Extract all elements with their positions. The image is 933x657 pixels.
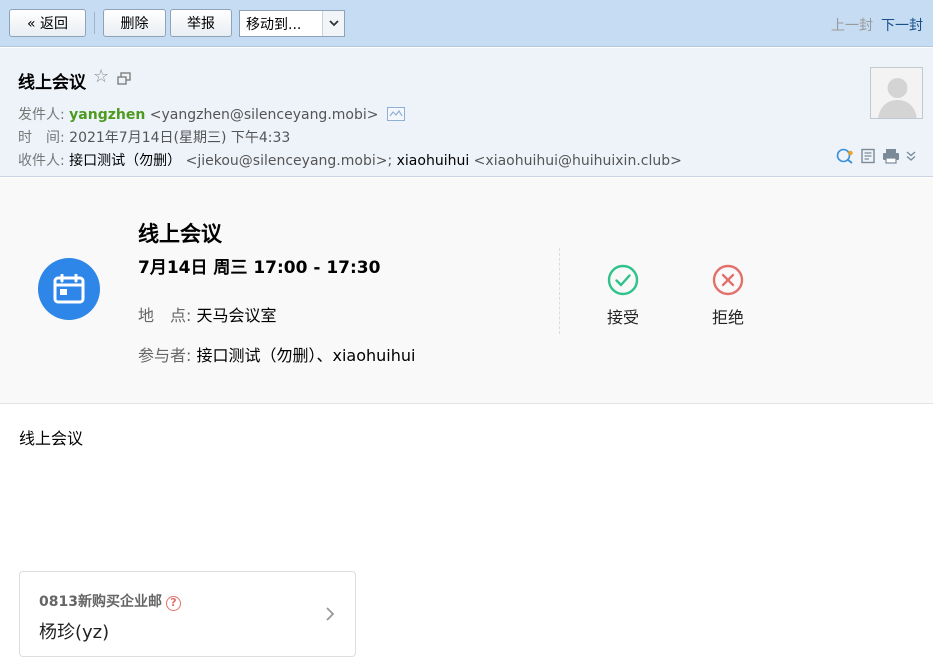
- invitation-title: 线上会议: [138, 222, 222, 246]
- move-to-label: 移动到...: [246, 16, 302, 33]
- invitation-time: 7月14日 周三 17:00 - 17:30: [138, 258, 381, 278]
- move-to-select[interactable]: 移动到...: [239, 10, 345, 37]
- time-line: 时 间: 2021年7月14日(星期三) 下午4:33: [18, 127, 290, 147]
- mail-header: 线上会议 ☆ 发件人: yangzhen <yangzhen@silenceya…: [0, 48, 933, 177]
- signature-org-name: 0813新购买企业邮: [39, 594, 162, 610]
- contact-card-icon[interactable]: [386, 107, 405, 121]
- delete-button[interactable]: 删除: [103, 9, 166, 37]
- signature-org: 0813新购买企业邮?: [39, 591, 181, 611]
- time-label: 时 间:: [18, 130, 65, 146]
- decline-label: 拒绝: [711, 308, 744, 327]
- mail-body-text: 线上会议: [19, 429, 84, 448]
- report-button[interactable]: 举报: [170, 9, 232, 37]
- recipients-label: 收件人:: [18, 153, 65, 169]
- back-button[interactable]: « 返回: [9, 9, 86, 37]
- location-value: 天马会议室: [196, 306, 277, 325]
- recipient-name[interactable]: 接口测试（勿删）: [69, 153, 181, 169]
- attendees-value: 接口测试（勿删）、xiaohuihui: [196, 346, 416, 365]
- attendees-row: 参与者: 接口测试（勿删）、xiaohuihui: [138, 342, 415, 366]
- recipient-name[interactable]: xiaohuihui: [397, 153, 470, 169]
- chevron-right-icon: [326, 607, 335, 621]
- location-row: 地 点: 天马会议室: [138, 302, 277, 326]
- star-icon[interactable]: ☆: [93, 67, 109, 87]
- accept-label: 接受: [606, 308, 639, 327]
- next-mail-link[interactable]: 下一封: [881, 15, 923, 35]
- recipients-line: 收件人: 接口测试（勿删） <jiekou@silenceyang.mobi>;…: [18, 150, 682, 170]
- mail-subject: 线上会议: [18, 73, 86, 93]
- toolbar-separator: [94, 12, 95, 34]
- signature-name: 杨珍(yz): [39, 622, 110, 643]
- location-label: 地 点:: [138, 306, 192, 325]
- sender-name[interactable]: yangzhen: [69, 107, 145, 123]
- recipient-email: <jiekou@silenceyang.mobi>;: [185, 153, 393, 169]
- attendees-label: 参与者:: [138, 346, 192, 365]
- decline-button[interactable]: 拒绝: [698, 264, 758, 328]
- toolbar: « 返回 删除 举报 移动到... 上一封 下一封: [0, 0, 933, 47]
- time-value: 2021年7月14日(星期三) 下午4:33: [69, 130, 291, 146]
- chevron-down-icon: [322, 11, 344, 36]
- chevron-down-icon[interactable]: [906, 150, 916, 162]
- recipient-email: <xiaohuihui@huihuixin.club>: [473, 153, 682, 169]
- translate-icon[interactable]: [836, 148, 854, 164]
- divider: [559, 248, 560, 334]
- avatar: [870, 67, 923, 119]
- sender-label: 发件人:: [18, 107, 65, 123]
- print-icon[interactable]: [882, 148, 900, 164]
- new-window-icon[interactable]: [117, 72, 131, 85]
- accept-button[interactable]: 接受: [593, 264, 653, 328]
- header-actions: [836, 148, 916, 164]
- check-circle-icon: [607, 264, 639, 296]
- calendar-icon: [38, 258, 100, 320]
- close-circle-icon: [712, 264, 744, 296]
- help-icon[interactable]: ?: [165, 596, 181, 611]
- meeting-invitation-card: 线上会议 7月14日 周三 17:00 - 17:30 地 点: 天马会议室 参…: [0, 178, 933, 404]
- signature-card[interactable]: 0813新购买企业邮? 杨珍(yz): [19, 571, 356, 657]
- sender-line: 发件人: yangzhen <yangzhen@silenceyang.mobi…: [18, 104, 405, 124]
- note-icon[interactable]: [860, 148, 876, 164]
- prev-mail-link[interactable]: 上一封: [831, 15, 873, 35]
- sender-email: <yangzhen@silenceyang.mobi>: [149, 107, 379, 123]
